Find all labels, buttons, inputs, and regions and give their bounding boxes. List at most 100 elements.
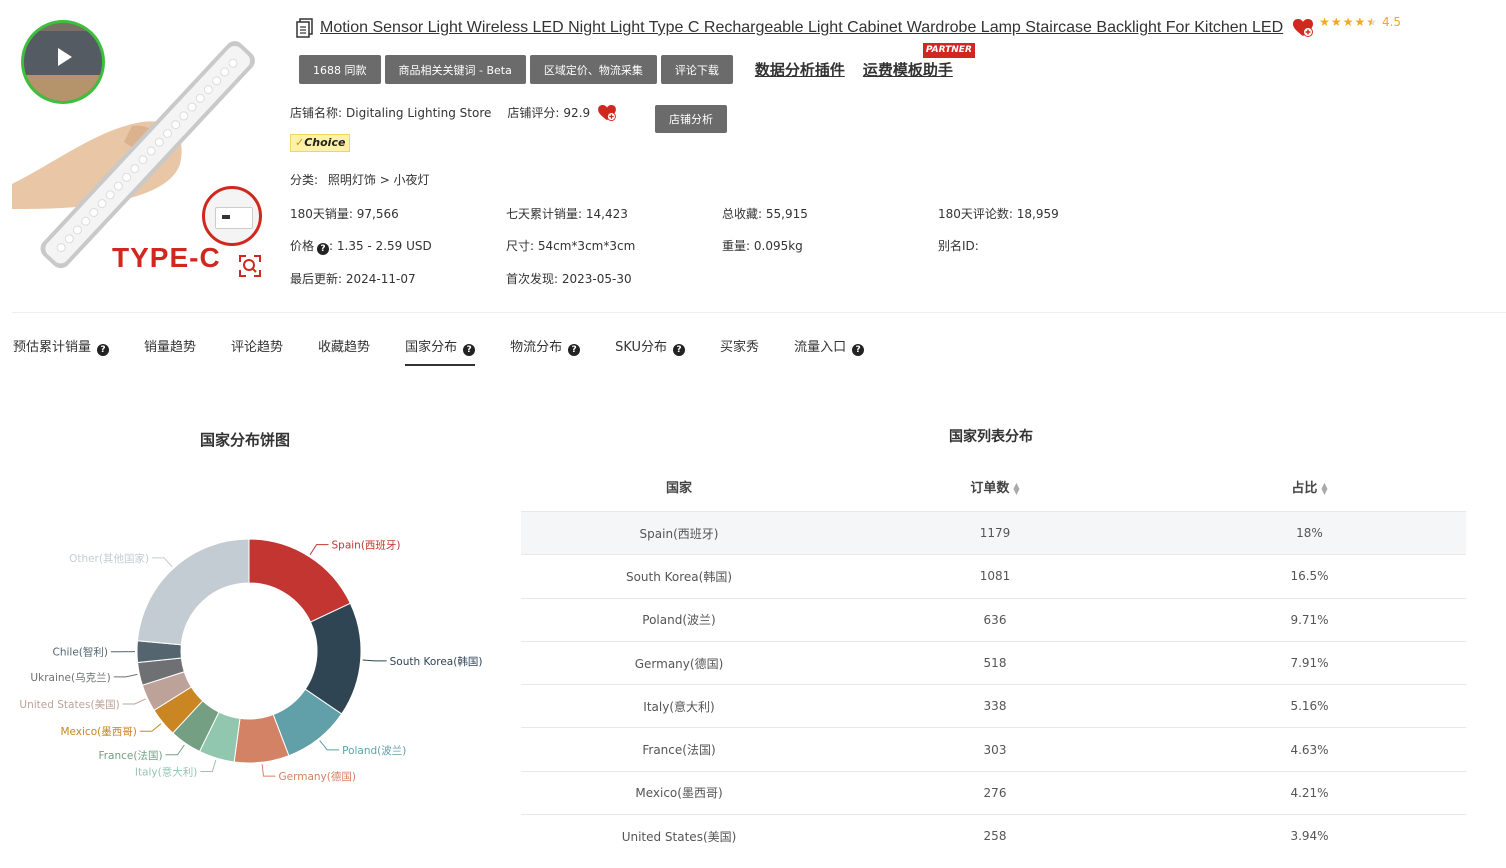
cell-country: South Korea(韩国) — [625, 569, 733, 584]
cell-orders: 276 — [983, 785, 1007, 800]
partner-badge: PARTNER — [922, 43, 975, 58]
video-thumbnail[interactable] — [21, 20, 105, 104]
review-download-button[interactable]: 评论下载 — [660, 55, 733, 84]
rating-value: 4.5 — [1381, 15, 1402, 29]
pie-label: Ukraine(乌克兰) — [30, 671, 110, 684]
table-row[interactable]: Spain(西班牙) 1179 18% — [521, 511, 1466, 555]
help-icon[interactable]: ? — [463, 344, 476, 356]
product-title[interactable]: Motion Sensor Light Wireless LED Night L… — [320, 19, 1283, 37]
pie-label: Other(其他国家) — [69, 552, 149, 565]
tab-8[interactable]: 流量入口? — [794, 336, 865, 366]
cell-share: 4.21% — [1290, 785, 1329, 800]
tab-1[interactable]: 销量趋势 — [144, 336, 196, 366]
cell-orders: 1081 — [979, 569, 1011, 584]
tab-5[interactable]: 物流分布? — [510, 336, 581, 366]
stat-reviews-180: 180天评论数: 18,959 — [938, 207, 1059, 221]
table-row[interactable]: Italy(意大利) 338 5.16% — [521, 684, 1466, 727]
pie-label: France(法国) — [98, 749, 162, 762]
play-icon[interactable] — [52, 45, 76, 69]
cell-share: 5.16% — [1290, 699, 1329, 714]
cell-share: 4.63% — [1290, 742, 1329, 757]
cell-share: 3.94% — [1290, 829, 1329, 844]
store-analysis-button[interactable]: 店铺分析 — [655, 105, 727, 133]
tab-2[interactable]: 评论趋势 — [231, 336, 283, 366]
pie-title: 国家分布饼图 — [200, 431, 291, 449]
table-row[interactable]: United States(美国) 258 3.94% — [521, 814, 1466, 857]
cell-share: 16.5% — [1290, 569, 1329, 584]
store-score-label: 店铺评分: — [507, 106, 560, 120]
cell-share: 9.71% — [1290, 612, 1329, 627]
pie-leader-line — [113, 673, 138, 678]
image-search-icon[interactable] — [238, 254, 262, 278]
country-pie-chart[interactable]: Spain(西班牙) South Korea(韩国) Poland(波兰) Germa… — [0, 500, 500, 800]
product-image[interactable]: TYPE-C — [12, 14, 270, 284]
same-1688-button[interactable]: 1688 同款 — [299, 55, 381, 84]
help-icon[interactable]: ? — [568, 344, 581, 356]
stat-favorites: 总收藏: 55,915 — [722, 207, 808, 221]
table-row[interactable]: South Korea(韩国) 1081 16.5% — [521, 554, 1466, 597]
sort-icon: ▲ ▼ — [1321, 480, 1328, 496]
tab-3[interactable]: 收藏趋势 — [318, 336, 370, 366]
pie-label: United States(美国) — [19, 698, 119, 711]
store-name[interactable]: Digitaling Lighting Store — [346, 106, 491, 120]
country-table: 国家 订单数 ▲ ▼ 占比 ▲ ▼ Spain(西班牙) 1179 18% South Kor… — [521, 462, 1466, 857]
analysis-tabs: 预估累计销量? 销量趋势 评论趋势 收藏趋势 国家分布? 物流分布? SKU分布? 买家秀 流量… — [13, 336, 899, 366]
keywords-button[interactable]: 商品相关关键词 - Beta — [384, 55, 526, 84]
choice-label: Choice — [304, 136, 346, 149]
stat-last-updated: 最后更新: 2024-11-07 — [290, 272, 416, 286]
half-star-icon: ★ — [1366, 15, 1377, 29]
category-path[interactable]: 照明灯饰 > 小夜灯 — [328, 173, 430, 187]
region-pricing-button[interactable]: 区域定价、物流采集 — [529, 55, 657, 84]
choice-badge: ✓Choice — [290, 134, 351, 152]
copy-title-icon[interactable] — [296, 18, 314, 38]
type-c-label: TYPE-C — [112, 242, 221, 273]
cell-country: Italy(意大利) — [643, 699, 715, 714]
table-row[interactable]: Germany(德国) 518 7.91% — [521, 640, 1466, 684]
pie-leader-line — [152, 557, 173, 568]
table-row[interactable]: Mexico(墨西哥) 276 4.21% — [521, 770, 1466, 814]
stat-alias-id: 别名ID: — [938, 239, 979, 253]
cell-country: Poland(波兰) — [642, 613, 716, 628]
title-row: Motion Sensor Light Wireless LED Night L… — [296, 15, 1401, 38]
cell-share: 7.91% — [1290, 656, 1329, 671]
pie-leader-line — [261, 764, 276, 777]
header-country: 国家 — [665, 481, 692, 496]
cell-country: Germany(德国) — [634, 656, 724, 671]
category: 分类: 照明灯饰 > 小夜灯 — [290, 171, 430, 188]
cell-orders: 258 — [983, 829, 1007, 844]
cell-orders: 303 — [983, 742, 1007, 757]
rating-stars: ★ ★ ★ ★ ★ 4.5 — [1319, 15, 1401, 29]
divider — [12, 312, 1506, 313]
tab-7[interactable]: 买家秀 — [720, 336, 759, 366]
help-icon[interactable]: ? — [673, 344, 686, 356]
table-row[interactable]: France(法国) 303 4.63% — [521, 727, 1466, 770]
store-name-label: 店铺名称: — [290, 106, 343, 120]
pie-label: Spain(西班牙) — [332, 540, 401, 552]
header-share[interactable]: 占比 ▲ ▼ — [1153, 477, 1466, 496]
help-icon[interactable]: ? — [97, 344, 110, 356]
table-title: 国家列表分布 — [949, 429, 1033, 445]
help-icon[interactable]: ? — [852, 344, 865, 356]
data-plugin-link[interactable]: 数据分析插件 — [755, 59, 845, 80]
follow-store-icon[interactable] — [598, 104, 617, 121]
cell-orders: 636 — [983, 612, 1007, 627]
favorite-add-icon[interactable] — [1293, 19, 1314, 37]
cell-orders: 518 — [983, 656, 1007, 671]
pie-leader-line — [165, 744, 185, 756]
tab-4[interactable]: 国家分布? — [405, 336, 476, 366]
shipping-template-label: 运费模板助手 — [862, 61, 953, 79]
shipping-template-link[interactable]: 运费模板助手 PARTNER — [862, 43, 975, 80]
tab-0[interactable]: 预估累计销量? — [13, 336, 110, 366]
help-icon[interactable]: ? — [317, 243, 330, 255]
sort-icon: ▲ ▼ — [1013, 480, 1020, 496]
pie-label: Italy(意大利) — [135, 766, 197, 779]
header-orders[interactable]: 订单数 ▲ ▼ — [837, 477, 1153, 496]
store-info: 店铺名称: Digitaling Lighting Store 店铺评分: 92… — [290, 104, 617, 121]
type-c-port-zoom — [202, 186, 262, 246]
tab-6[interactable]: SKU分布? — [615, 336, 686, 366]
stat-sales-180: 180天销量: 97,566 — [290, 207, 399, 221]
table-row[interactable]: Poland(波兰) 636 9.71% — [521, 597, 1466, 641]
pie-leader-line — [200, 759, 217, 773]
pie-slice[interactable] — [136, 538, 250, 646]
cell-country: France(法国) — [642, 743, 716, 758]
